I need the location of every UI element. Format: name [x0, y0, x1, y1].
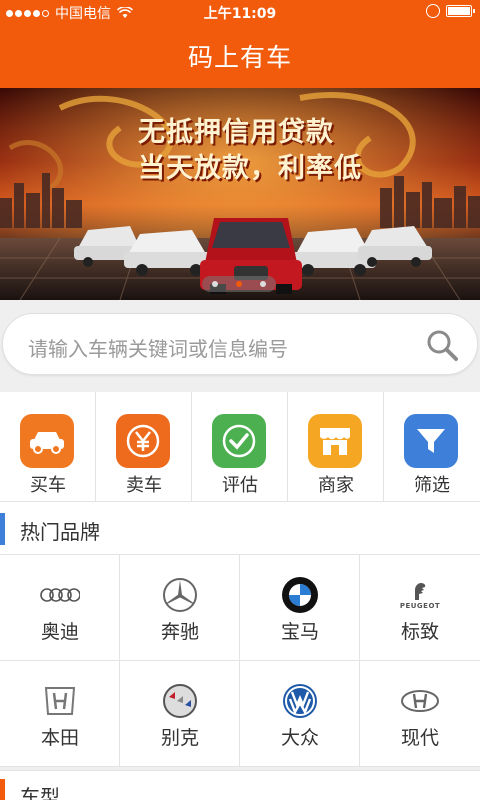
quick-label: 买车 — [30, 475, 66, 496]
brand-label: 本田 — [40, 727, 79, 749]
quick-buy-car[interactable]: 买车 — [0, 392, 96, 502]
brand-row: 本田 别克 大众 现代 — [0, 661, 480, 767]
brand-label: 奥迪 — [40, 621, 79, 643]
section-title: 热门品牌 — [20, 520, 100, 544]
yen-icon — [116, 414, 170, 468]
section-accent-bar — [0, 779, 5, 800]
quick-sell-car[interactable]: 卖车 — [96, 392, 192, 502]
search-placeholder: 请输入车辆关键词或信息编号 — [28, 337, 288, 361]
bmw-logo-icon — [280, 575, 320, 615]
quick-label: 评估 — [222, 475, 258, 496]
search-input[interactable]: 请输入车辆关键词或信息编号 — [2, 313, 478, 375]
brand-label: 标致 — [400, 621, 439, 643]
banner-subline: 当天放款，利率低 — [138, 153, 362, 184]
brand-label: 别克 — [160, 727, 199, 749]
search-icon[interactable] — [425, 328, 459, 362]
section-car-models: 车型 — [0, 770, 480, 800]
section-accent-bar — [0, 513, 5, 545]
peugeot-wordmark: PEUGEOT — [399, 602, 441, 610]
top-bar: 中国电信 上午11:09 码上有车 — [0, 0, 480, 88]
brand-bmw[interactable]: 宝马 — [240, 555, 360, 661]
quick-label: 筛选 — [414, 475, 450, 496]
benz-logo-icon — [160, 575, 200, 615]
store-icon — [308, 414, 362, 468]
quick-evaluate[interactable]: 评估 — [192, 392, 288, 502]
quick-label: 商家 — [318, 475, 354, 496]
brand-vw[interactable]: 大众 — [240, 661, 360, 767]
audi-logo-icon — [40, 575, 80, 615]
pager-dot[interactable] — [212, 281, 218, 287]
section-title: 车型 — [20, 785, 60, 800]
brand-label: 大众 — [280, 727, 319, 749]
search-area: 请输入车辆关键词或信息编号 — [0, 300, 480, 392]
check-icon — [212, 414, 266, 468]
filter-icon — [404, 414, 458, 468]
pager-dot-active[interactable] — [236, 281, 242, 287]
brand-grid: 奥迪 奔驰 宝马 PEUGEOT 标致 本田 别克 大众 现代 — [0, 555, 480, 767]
brand-label: 宝马 — [280, 621, 319, 643]
status-right — [426, 4, 475, 18]
brand-label: 奔驰 — [160, 621, 199, 643]
hyundai-logo-icon — [400, 681, 440, 721]
quick-dealers[interactable]: 商家 — [288, 392, 384, 502]
car-icon — [20, 414, 74, 468]
status-time: 上午11:09 — [203, 6, 277, 22]
page-title: 码上有车 — [187, 43, 292, 72]
promo-banner[interactable]: 无抵押信用贷款 当天放款，利率低 — [0, 88, 480, 300]
brand-buick[interactable]: 别克 — [120, 661, 240, 767]
peugeot-logo-icon: PEUGEOT — [400, 575, 440, 615]
honda-logo-icon — [40, 681, 80, 721]
brand-label: 现代 — [400, 727, 439, 749]
banner-headline: 无抵押信用贷款 — [138, 117, 334, 148]
status-bar: 中国电信 上午11:09 — [0, 0, 480, 24]
brand-audi[interactable]: 奥迪 — [0, 555, 120, 661]
rotation-lock-icon — [426, 4, 440, 18]
quick-menu: 买车 卖车 评估 商家 筛选 — [0, 392, 480, 502]
vw-logo-icon — [280, 681, 320, 721]
pager-dot[interactable] — [260, 281, 266, 287]
brand-row: 奥迪 奔驰 宝马 PEUGEOT 标致 — [0, 555, 480, 661]
brand-hyundai[interactable]: 现代 — [360, 661, 480, 767]
banner-pager[interactable] — [202, 276, 276, 292]
brand-peugeot[interactable]: PEUGEOT 标致 — [360, 555, 480, 661]
section-hot-brands: 热门品牌 — [0, 501, 480, 555]
quick-label: 卖车 — [126, 475, 162, 496]
brand-honda[interactable]: 本田 — [0, 661, 120, 767]
brand-benz[interactable]: 奔驰 — [120, 555, 240, 661]
quick-filter[interactable]: 筛选 — [384, 392, 480, 502]
battery-icon — [446, 5, 475, 17]
buick-logo-icon — [160, 681, 200, 721]
